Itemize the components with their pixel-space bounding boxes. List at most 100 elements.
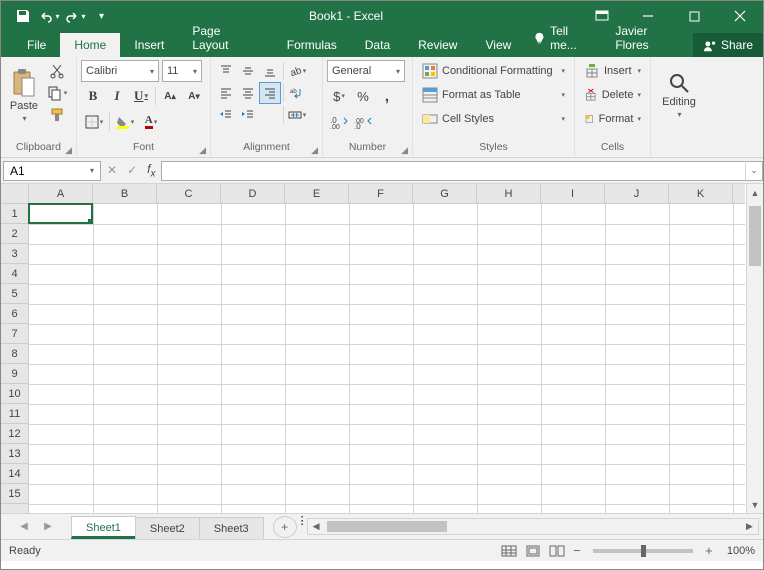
align-middle-button[interactable]: [237, 60, 259, 82]
borders-button[interactable]: ▾: [81, 110, 107, 134]
zoom-thumb[interactable]: [641, 545, 646, 557]
expand-formula-bar-button[interactable]: ⌄: [745, 161, 763, 181]
align-right-button[interactable]: [259, 82, 281, 104]
cancel-formula-button[interactable]: ✕: [107, 163, 117, 177]
dialog-launcher-icon[interactable]: ◢: [401, 145, 408, 156]
close-button[interactable]: [717, 1, 763, 31]
zoom-slider[interactable]: [593, 549, 693, 553]
row-header[interactable]: 8: [1, 344, 28, 364]
scroll-up-button[interactable]: ▲: [747, 184, 763, 201]
accounting-format-button[interactable]: $▾: [327, 84, 351, 108]
tab-home[interactable]: Home: [60, 33, 120, 57]
horizontal-scrollbar[interactable]: ◀ ▶: [307, 518, 759, 535]
italic-button[interactable]: I: [105, 84, 129, 108]
delete-cells-button[interactable]: Delete▾: [579, 84, 646, 106]
page-break-view-button[interactable]: [545, 542, 569, 560]
dialog-launcher-icon[interactable]: ◢: [65, 145, 72, 156]
sheet-tab[interactable]: Sheet2: [135, 517, 200, 539]
row-header[interactable]: 5: [1, 284, 28, 304]
bold-button[interactable]: B: [81, 84, 105, 108]
cell-grid[interactable]: [29, 204, 745, 513]
fill-color-button[interactable]: ▾: [112, 110, 138, 134]
decrease-decimal-button[interactable]: .00.0: [351, 110, 375, 134]
select-all-button[interactable]: [1, 184, 29, 204]
row-header[interactable]: 15: [1, 484, 28, 504]
sheet-nav-next-button[interactable]: ▶: [41, 520, 55, 534]
name-box[interactable]: A1▾: [3, 161, 101, 181]
row-header[interactable]: 10: [1, 384, 28, 404]
column-header[interactable]: I: [541, 184, 605, 203]
orientation-button[interactable]: ab▾: [286, 60, 308, 82]
align-center-button[interactable]: [237, 82, 259, 104]
find-select-button[interactable]: Editing ▾: [655, 60, 703, 130]
zoom-level[interactable]: 100%: [727, 545, 755, 557]
align-top-button[interactable]: [215, 60, 237, 82]
qat-customize-button[interactable]: ▾: [89, 4, 113, 28]
dialog-launcher-icon[interactable]: ◢: [199, 145, 206, 156]
sheet-tab[interactable]: Sheet3: [199, 517, 264, 539]
column-header[interactable]: H: [477, 184, 541, 203]
vertical-scrollbar[interactable]: ▲ ▼: [746, 184, 763, 513]
copy-button[interactable]: ▾: [45, 82, 69, 104]
new-sheet-button[interactable]: +: [273, 516, 297, 538]
underline-button[interactable]: U▾: [129, 84, 153, 108]
column-header[interactable]: D: [221, 184, 285, 203]
insert-function-button[interactable]: fx: [147, 162, 155, 179]
increase-indent-button[interactable]: [237, 104, 259, 126]
share-button[interactable]: Share: [693, 33, 763, 57]
redo-button[interactable]: ▾: [63, 4, 87, 28]
row-header[interactable]: 13: [1, 444, 28, 464]
sheet-tab[interactable]: Sheet1: [71, 516, 136, 539]
scroll-down-button[interactable]: ▼: [747, 496, 763, 513]
tab-data[interactable]: Data: [351, 33, 404, 57]
column-header[interactable]: J: [605, 184, 669, 203]
scroll-right-button[interactable]: ▶: [741, 519, 758, 534]
row-header[interactable]: 7: [1, 324, 28, 344]
align-bottom-button[interactable]: [259, 60, 281, 82]
scroll-left-button[interactable]: ◀: [308, 519, 325, 534]
column-header[interactable]: E: [285, 184, 349, 203]
increase-decimal-button[interactable]: .0.00: [327, 110, 351, 134]
row-header[interactable]: 1: [1, 204, 28, 224]
row-header[interactable]: 14: [1, 464, 28, 484]
normal-view-button[interactable]: [497, 542, 521, 560]
page-layout-view-button[interactable]: [521, 542, 545, 560]
shrink-font-button[interactable]: A▾: [182, 84, 206, 108]
tell-me-input[interactable]: Tell me...: [525, 19, 605, 57]
row-header[interactable]: 11: [1, 404, 28, 424]
column-header[interactable]: G: [413, 184, 477, 203]
format-painter-button[interactable]: [45, 104, 69, 126]
enter-formula-button[interactable]: ✓: [127, 163, 137, 177]
row-header[interactable]: 6: [1, 304, 28, 324]
row-header[interactable]: 9: [1, 364, 28, 384]
conditional-formatting-button[interactable]: Conditional Formatting▾: [417, 60, 570, 82]
tab-page-layout[interactable]: Page Layout: [178, 19, 272, 57]
row-header[interactable]: 3: [1, 244, 28, 264]
column-header[interactable]: K: [669, 184, 733, 203]
row-header[interactable]: 2: [1, 224, 28, 244]
percent-format-button[interactable]: %: [351, 84, 375, 108]
column-header[interactable]: B: [93, 184, 157, 203]
format-cells-button[interactable]: Format▾: [579, 108, 646, 130]
wrap-text-button[interactable]: ab: [286, 82, 308, 104]
tab-review[interactable]: Review: [404, 33, 471, 57]
cell-styles-button[interactable]: Cell Styles▾: [417, 108, 570, 130]
tab-view[interactable]: View: [471, 33, 525, 57]
paste-button[interactable]: Paste ▾: [5, 60, 43, 130]
merge-center-button[interactable]: ▾: [286, 104, 308, 126]
insert-cells-button[interactable]: Insert▾: [579, 60, 646, 82]
user-name[interactable]: Javier Flores: [605, 19, 693, 57]
row-header[interactable]: 12: [1, 424, 28, 444]
formula-bar-input[interactable]: [161, 161, 745, 181]
column-header[interactable]: C: [157, 184, 221, 203]
zoom-out-button[interactable]: −: [569, 543, 585, 559]
tab-file[interactable]: File: [13, 33, 60, 57]
column-header[interactable]: A: [29, 184, 93, 203]
comma-format-button[interactable]: ,: [375, 84, 399, 108]
dialog-launcher-icon[interactable]: ◢: [311, 145, 318, 156]
cut-button[interactable]: [45, 60, 69, 82]
format-as-table-button[interactable]: Format as Table▾: [417, 84, 570, 106]
vertical-scroll-thumb[interactable]: [749, 206, 761, 266]
tab-insert[interactable]: Insert: [120, 33, 178, 57]
horizontal-scroll-thumb[interactable]: [327, 521, 447, 532]
